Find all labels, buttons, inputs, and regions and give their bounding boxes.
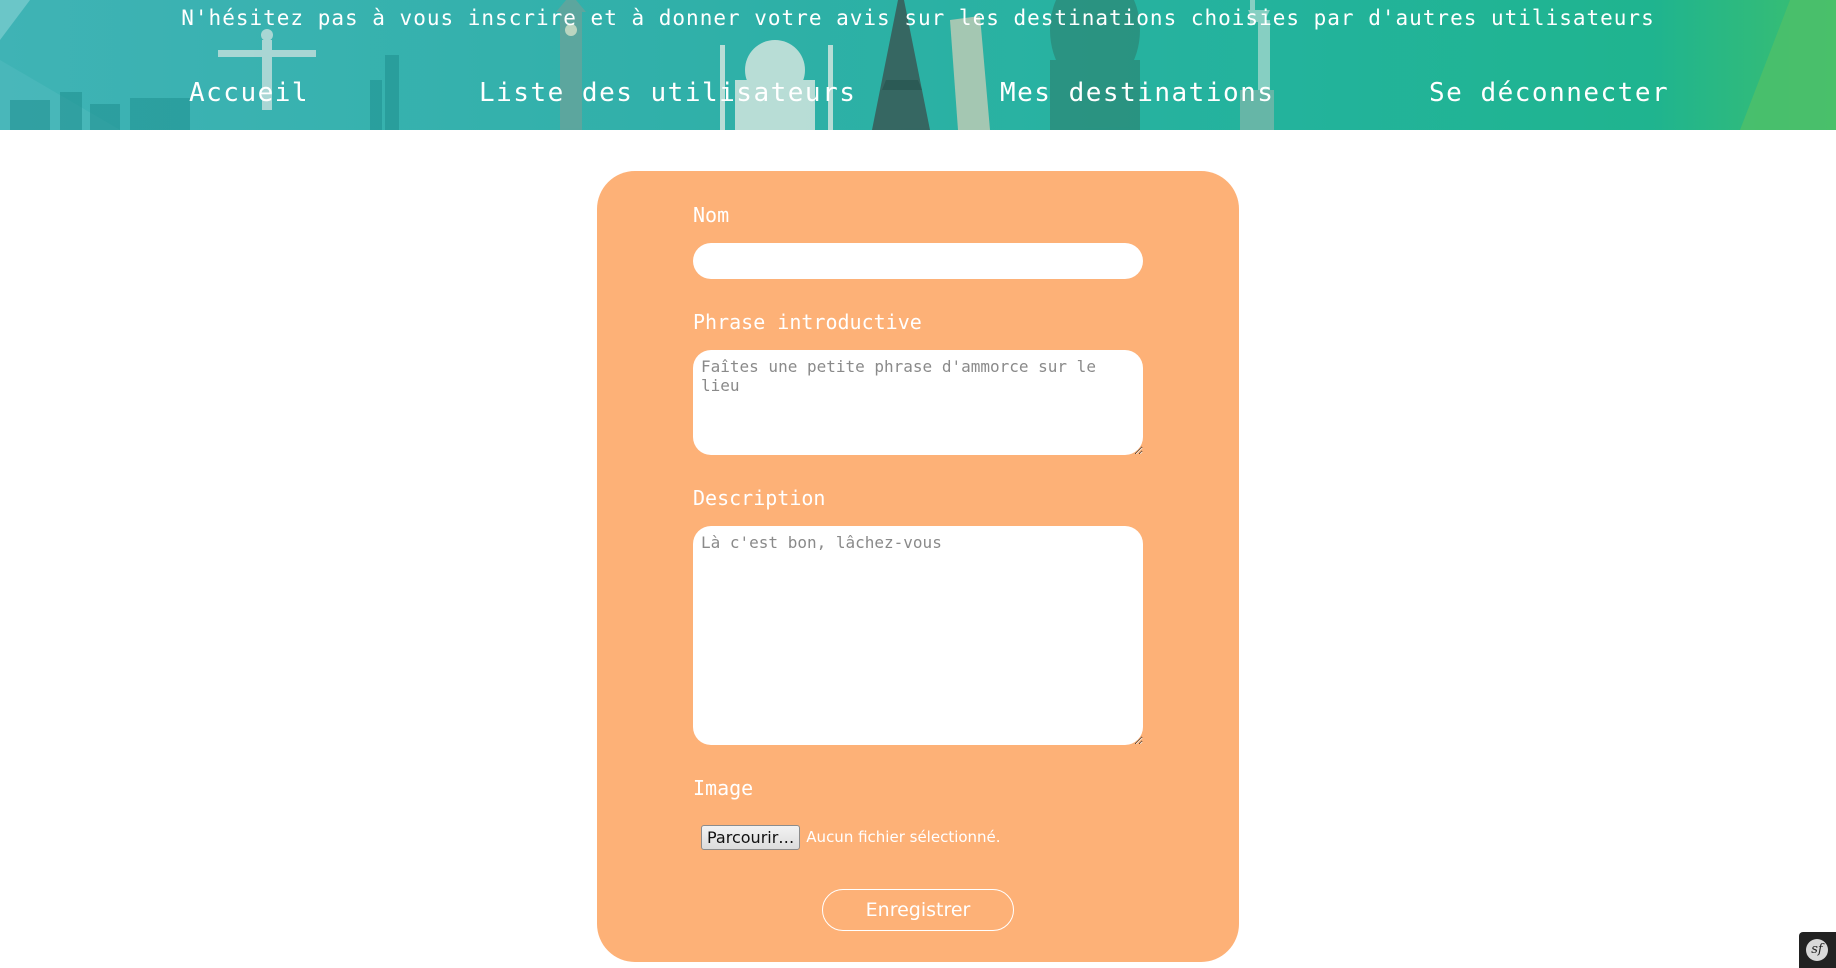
symfony-logo-icon: sf — [1806, 939, 1828, 961]
name-input[interactable] — [693, 243, 1143, 279]
name-label: Nom — [693, 203, 730, 227]
nav-link-logout[interactable]: Se déconnecter — [1429, 78, 1669, 108]
intro-label: Phrase introductive — [693, 310, 922, 334]
image-label: Image — [693, 776, 754, 800]
nav-link-home[interactable]: Accueil — [189, 78, 309, 108]
symfony-toolbar-toggle[interactable]: sf — [1799, 932, 1836, 968]
header-tagline: N'hésitez pas à vous inscrire et à donne… — [181, 6, 1655, 30]
nav-link-users-list[interactable]: Liste des utilisateurs — [479, 78, 856, 108]
nav-link-my-destinations[interactable]: Mes destinations — [1000, 78, 1274, 108]
browse-button[interactable]: Parcourir… — [701, 824, 801, 850]
main-nav: Accueil Liste des utilisateurs Mes desti… — [0, 78, 1836, 112]
no-file-selected-text: Aucun fichier sélectionné. — [806, 828, 1001, 846]
image-file-input[interactable]: Parcourir… Aucun fichier sélectionné. — [701, 824, 1001, 850]
intro-textarea[interactable] — [693, 350, 1143, 455]
description-textarea[interactable] — [693, 526, 1143, 745]
save-button[interactable]: Enregistrer — [822, 889, 1014, 931]
destination-form: Nom Phrase introductive Description Imag… — [597, 171, 1239, 962]
description-label: Description — [693, 486, 826, 510]
header-banner: N'hésitez pas à vous inscrire et à donne… — [0, 0, 1836, 130]
